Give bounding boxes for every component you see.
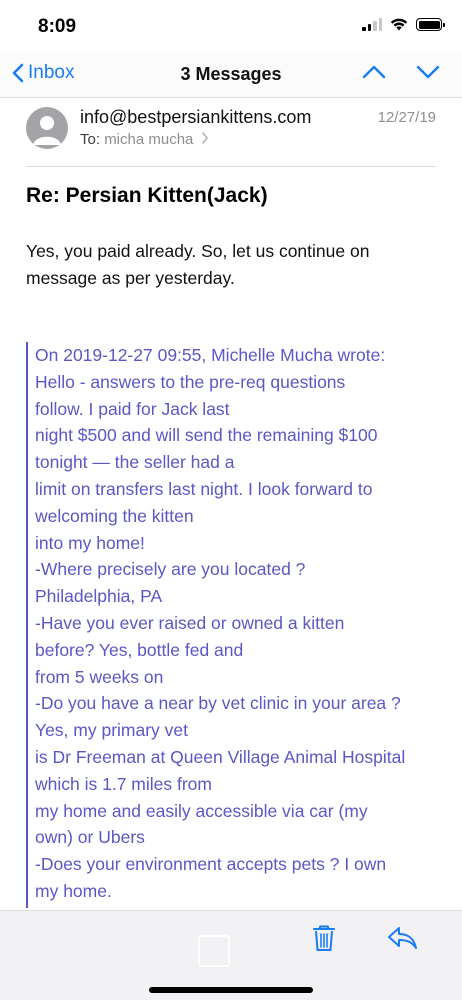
avatar[interactable]: [26, 107, 68, 149]
quoted-line: -Do you have a near by vet clinic in you…: [35, 693, 401, 714]
message-date: 12/27/19: [377, 109, 436, 126]
header-divider: [26, 166, 436, 167]
reply-button[interactable]: [386, 925, 418, 956]
message-navigation: [362, 64, 440, 85]
message-subject: Re: Persian Kitten(Jack): [26, 184, 268, 207]
reply-icon: [388, 927, 417, 949]
quoted-line: my home.: [35, 880, 112, 901]
status-time: 8:09: [38, 16, 77, 37]
sender-email[interactable]: info@bestpersiankittens.com: [80, 107, 311, 128]
quoted-line: is Dr Freeman at Queen Village Animal Ho…: [35, 746, 406, 767]
quoted-line: night $500 and will send the remaining $…: [35, 425, 378, 446]
quoted-line: into my home!: [35, 532, 145, 553]
chevron-right-icon: [201, 132, 208, 144]
quoted-line: -Have you ever raised or owned a kitten: [35, 612, 345, 633]
quoted-line: Philadelphia, PA: [35, 586, 163, 607]
quoted-line: own) or Ubers: [35, 827, 145, 848]
cellular-signal-icon: [362, 18, 382, 31]
quoted-line: follow. I paid for Jack last: [35, 398, 230, 419]
to-label: To:: [80, 131, 101, 148]
quoted-message: On 2019-12-27 09:55, Michelle Mucha wrot…: [26, 342, 446, 908]
body-line: message as per yesterday.: [26, 268, 235, 288]
person-icon: [33, 116, 61, 145]
quoted-line: Yes, my primary vet: [35, 720, 189, 741]
quoted-line: from 5 weeks on: [35, 666, 164, 687]
quoted-line: before? Yes, bottle fed and: [35, 639, 244, 660]
quoted-line: On 2019-12-27 09:55, Michelle Mucha wrot…: [35, 345, 386, 365]
message-header: info@bestpersiankittens.com To: micha mu…: [0, 103, 462, 167]
quoted-line: limit on transfers last night. I look fo…: [35, 478, 373, 499]
nav-bar: Inbox 3 Messages: [0, 52, 462, 98]
delete-button[interactable]: [312, 924, 336, 957]
quoted-line: my home and easily accessible via car (m…: [35, 800, 368, 821]
status-icons: [362, 18, 445, 31]
chevron-up-icon: [362, 65, 386, 79]
battery-icon: [416, 18, 445, 31]
quoted-line: -Does your environment accepts pets ? I …: [35, 854, 387, 875]
bottom-toolbar: [0, 910, 462, 1000]
home-indicator[interactable]: [149, 987, 313, 993]
status-bar: 8:09: [0, 0, 462, 52]
quoted-line: tonight — the seller had a: [35, 452, 235, 473]
next-message-button[interactable]: [416, 64, 440, 85]
chevron-down-icon: [416, 65, 440, 79]
quoted-line: Hello - answers to the pre-req questions: [35, 371, 346, 392]
recipient-name: micha mucha: [104, 131, 194, 148]
body-line: Yes, you paid already. So, let us contin…: [26, 241, 370, 261]
quoted-line: which is 1.7 miles from: [35, 773, 212, 794]
trash-icon: [313, 925, 335, 951]
quoted-line: welcoming the kitten: [35, 505, 194, 526]
message-body: Yes, you paid already. So, let us contin…: [26, 238, 436, 292]
quoted-line: -Where precisely are you located ?: [35, 559, 306, 580]
wifi-icon: [390, 18, 408, 31]
watermark-mark: [198, 935, 230, 967]
previous-message-button[interactable]: [362, 64, 386, 85]
recipient-line[interactable]: To: micha mucha: [80, 131, 209, 148]
